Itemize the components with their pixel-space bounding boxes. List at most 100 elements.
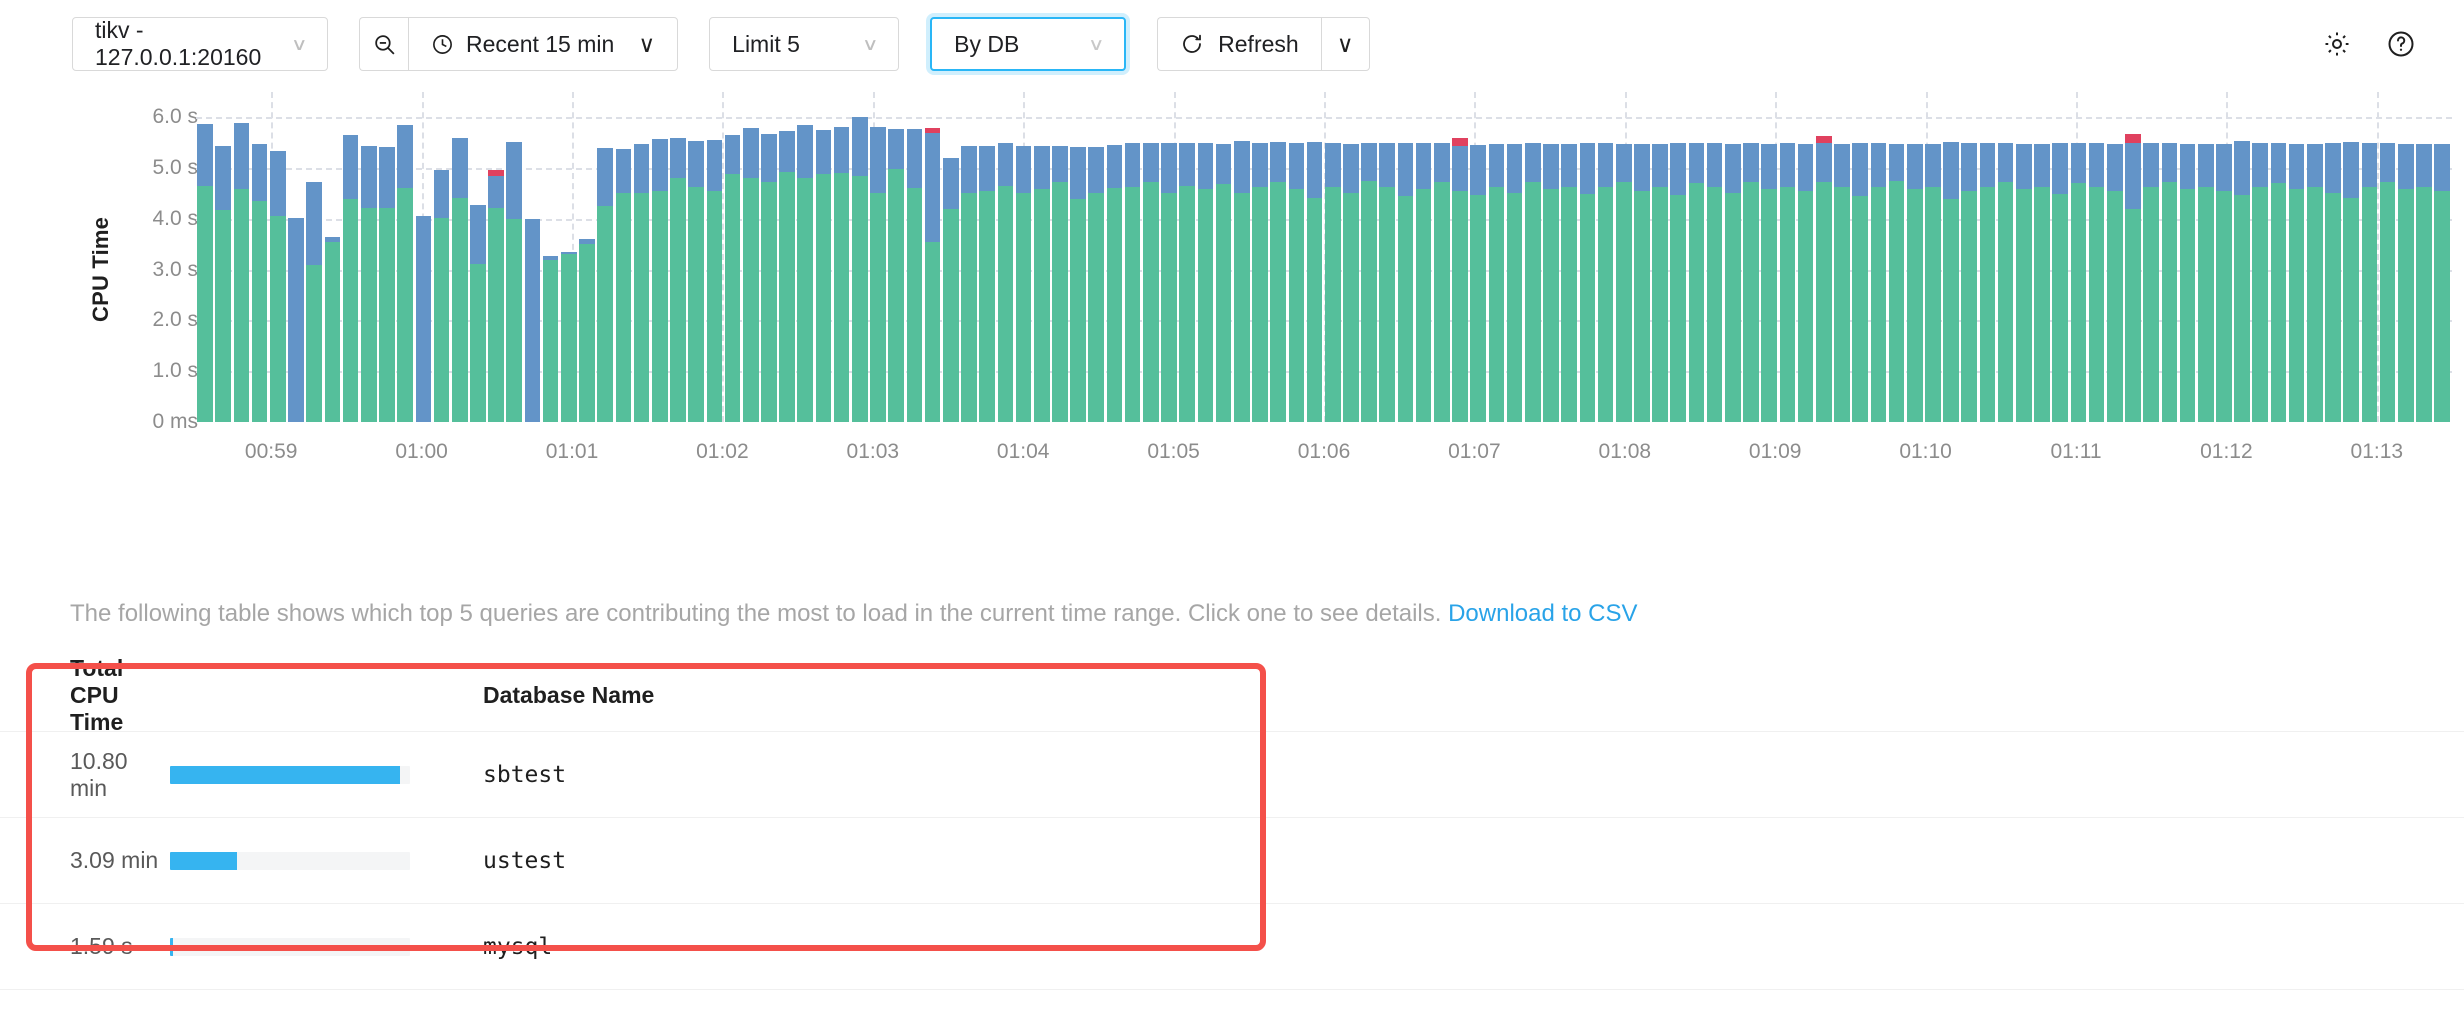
refresh-options-button[interactable]: ∨ — [1321, 17, 1370, 71]
chart-bar[interactable] — [1615, 92, 1633, 422]
chart-bar[interactable] — [1778, 92, 1796, 422]
chart-bar[interactable] — [924, 92, 942, 422]
chart-bar[interactable] — [2433, 92, 2451, 422]
chart-bar[interactable] — [1124, 92, 1142, 422]
chart-bar[interactable] — [1178, 92, 1196, 422]
chart-bar[interactable] — [378, 92, 396, 422]
chart-bar[interactable] — [1560, 92, 1578, 422]
chart-bar[interactable] — [1269, 92, 1287, 422]
chart-bar[interactable] — [432, 92, 450, 422]
chart-bar[interactable] — [2379, 92, 2397, 422]
chart-bar[interactable] — [1669, 92, 1687, 422]
chart-bar[interactable] — [1251, 92, 1269, 422]
table-row[interactable]: 1.59 smysql — [0, 904, 2464, 990]
chart-bar[interactable] — [1815, 92, 1833, 422]
chart-bar[interactable] — [1760, 92, 1778, 422]
chart-bar[interactable] — [1960, 92, 1978, 422]
refresh-button[interactable]: Refresh — [1157, 17, 1321, 71]
chart-bar[interactable] — [2142, 92, 2160, 422]
chart-bar[interactable] — [505, 92, 523, 422]
chart-bar[interactable] — [360, 92, 378, 422]
chart-bar[interactable] — [2215, 92, 2233, 422]
chart-plot-area[interactable] — [196, 92, 2452, 422]
chart-bar[interactable] — [1851, 92, 1869, 422]
chart-bar[interactable] — [2415, 92, 2433, 422]
chart-bar[interactable] — [396, 92, 414, 422]
chart-bar[interactable] — [269, 92, 287, 422]
chart-bar[interactable] — [2197, 92, 2215, 422]
chart-bar[interactable] — [1033, 92, 1051, 422]
chart-bars[interactable] — [196, 92, 2452, 422]
chart-bar[interactable] — [2342, 92, 2360, 422]
chart-bar[interactable] — [2397, 92, 2415, 422]
chart-bar[interactable] — [469, 92, 487, 422]
chart-bar[interactable] — [560, 92, 578, 422]
chart-bar[interactable] — [1160, 92, 1178, 422]
chart-bar[interactable] — [214, 92, 232, 422]
chart-bar[interactable] — [669, 92, 687, 422]
chart-bar[interactable] — [1706, 92, 1724, 422]
chart-bar[interactable] — [305, 92, 323, 422]
chart-bar[interactable] — [1506, 92, 1524, 422]
chart-bar[interactable] — [251, 92, 269, 422]
chart-bar[interactable] — [1469, 92, 1487, 422]
zoom-out-button[interactable] — [359, 17, 408, 71]
chart-bar[interactable] — [905, 92, 923, 422]
chart-bar[interactable] — [1651, 92, 1669, 422]
gear-icon[interactable] — [2322, 29, 2352, 59]
chart-bar[interactable] — [1542, 92, 1560, 422]
chart-bar[interactable] — [1906, 92, 1924, 422]
chart-bar[interactable] — [869, 92, 887, 422]
chart-bar[interactable] — [2269, 92, 2287, 422]
chart-bar[interactable] — [1633, 92, 1651, 422]
chart-bar[interactable] — [1978, 92, 1996, 422]
chart-bar[interactable] — [287, 92, 305, 422]
chart-bar[interactable] — [1596, 92, 1614, 422]
chart-bar[interactable] — [2251, 92, 2269, 422]
chart-bar[interactable] — [1105, 92, 1123, 422]
chart-bar[interactable] — [1924, 92, 1942, 422]
chart-bar[interactable] — [596, 92, 614, 422]
chart-bar[interactable] — [633, 92, 651, 422]
group-by-select[interactable]: By DB ∨ — [930, 17, 1126, 71]
chart-bar[interactable] — [1451, 92, 1469, 422]
chart-bar[interactable] — [2324, 92, 2342, 422]
chart-bar[interactable] — [687, 92, 705, 422]
chart-bar[interactable] — [1942, 92, 1960, 422]
chart-bar[interactable] — [1305, 92, 1323, 422]
download-csv-link[interactable]: Download to CSV — [1448, 600, 1637, 627]
table-row[interactable]: 3.09 minustest — [0, 818, 2464, 904]
chart-bar[interactable] — [996, 92, 1014, 422]
chart-bar[interactable] — [1869, 92, 1887, 422]
chart-bar[interactable] — [1887, 92, 1905, 422]
chart-bar[interactable] — [614, 92, 632, 422]
chart-bar[interactable] — [978, 92, 996, 422]
chart-bar[interactable] — [1087, 92, 1105, 422]
chart-bar[interactable] — [1797, 92, 1815, 422]
chart-bar[interactable] — [232, 92, 250, 422]
chart-bar[interactable] — [1324, 92, 1342, 422]
chart-bar[interactable] — [2306, 92, 2324, 422]
chart-bar[interactable] — [1415, 92, 1433, 422]
chart-bar[interactable] — [851, 92, 869, 422]
chart-bar[interactable] — [1069, 92, 1087, 422]
chart-bar[interactable] — [2160, 92, 2178, 422]
chart-bar[interactable] — [2124, 92, 2142, 422]
chart-bar[interactable] — [705, 92, 723, 422]
chart-bar[interactable] — [1433, 92, 1451, 422]
limit-select[interactable]: Limit 5 ∨ — [709, 17, 899, 71]
instance-select[interactable]: tikv - 127.0.0.1:20160 ∨ — [72, 17, 328, 71]
chart-bar[interactable] — [796, 92, 814, 422]
chart-bar[interactable] — [1233, 92, 1251, 422]
chart-bar[interactable] — [1997, 92, 2015, 422]
chart-bar[interactable] — [451, 92, 469, 422]
chart-bar[interactable] — [196, 92, 214, 422]
chart-bar[interactable] — [1833, 92, 1851, 422]
chart-bar[interactable] — [1524, 92, 1542, 422]
chart-bar[interactable] — [760, 92, 778, 422]
chart-bar[interactable] — [1742, 92, 1760, 422]
chart-bar[interactable] — [523, 92, 541, 422]
cpu-time-chart[interactable]: CPU Time 0 ms1.0 s2.0 s3.0 s4.0 s5.0 s6.… — [0, 92, 2464, 542]
chart-bar[interactable] — [742, 92, 760, 422]
chart-bar[interactable] — [778, 92, 796, 422]
